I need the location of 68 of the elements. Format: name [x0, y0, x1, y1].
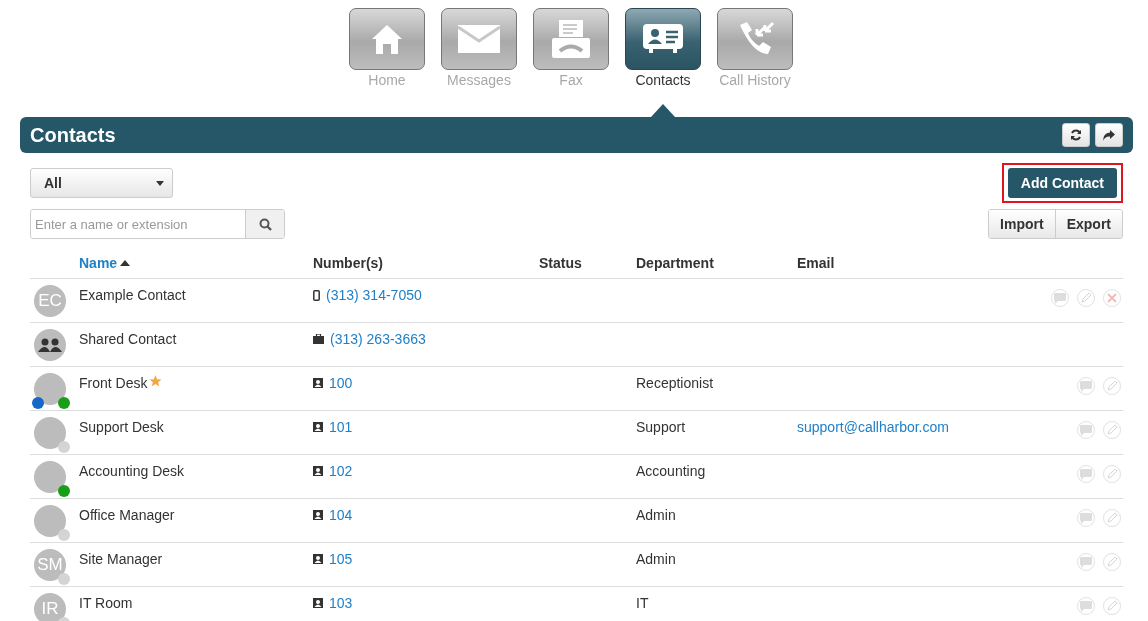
pencil-icon: [1106, 512, 1118, 524]
column-header[interactable]: Email: [797, 254, 835, 271]
search-icon[interactable]: [258, 217, 272, 231]
speech-bubble-icon: [1080, 600, 1092, 612]
speech-bubble-icon: [1080, 468, 1092, 480]
speech-bubble-icon: [1080, 556, 1092, 568]
phone-number-link[interactable]: 105: [329, 551, 353, 567]
phone-number-link[interactable]: 100: [329, 375, 353, 391]
department-text: Support: [636, 419, 686, 435]
mobile-phone-icon: [313, 289, 320, 301]
refresh-button[interactable]: [1062, 123, 1090, 147]
contact-card-icon: [313, 510, 323, 520]
people-icon: [38, 338, 62, 352]
filter-dropdown[interactable]: All: [30, 168, 173, 198]
import-button[interactable]: Import: [989, 210, 1055, 238]
pencil-icon: [1106, 600, 1118, 612]
avatar: EC: [34, 285, 66, 317]
speech-bubble-icon: [1054, 292, 1066, 304]
export-button[interactable]: Export: [1054, 210, 1122, 238]
share-button[interactable]: [1095, 123, 1123, 147]
contact-name[interactable]: Site Manager: [79, 551, 163, 567]
phone-number-link[interactable]: 101: [329, 419, 353, 435]
department-text: Admin: [636, 507, 676, 523]
pencil-icon: [1106, 556, 1118, 568]
envelope-icon: [458, 25, 500, 53]
speech-bubble-icon: [1080, 424, 1092, 436]
phone-number-link[interactable]: (313) 314-7050: [326, 287, 422, 303]
phone-number-link[interactable]: 103: [329, 595, 353, 611]
department-text: Accounting: [636, 463, 706, 479]
contact-name[interactable]: IT Room: [79, 595, 133, 611]
contact-name[interactable]: Example Contact: [79, 287, 186, 303]
column-header[interactable]: Number(s): [313, 254, 383, 271]
add-contact-button[interactable]: Add Contact: [1007, 168, 1117, 198]
search-field[interactable]: Enter a name or extension: [30, 209, 285, 239]
page-title: Contacts: [30, 123, 116, 147]
contact-card-icon: [313, 598, 323, 608]
contact-card-icon: [643, 24, 683, 54]
contact-name[interactable]: Support Desk: [79, 419, 164, 435]
speech-bubble-icon: [1080, 512, 1092, 524]
fax-icon: [551, 19, 591, 59]
close-icon: [1106, 292, 1118, 304]
home-icon: [370, 22, 404, 56]
department-text: Admin: [636, 551, 676, 567]
refresh-icon: [1070, 129, 1082, 141]
contact-name[interactable]: Accounting Desk: [79, 463, 185, 479]
contact-card-icon: [313, 554, 323, 564]
pencil-icon: [1106, 380, 1118, 392]
contact-card-icon: [313, 466, 323, 476]
department-text: IT: [636, 595, 649, 611]
contact-card-icon: [313, 422, 323, 432]
phone-number-link[interactable]: 104: [329, 507, 353, 523]
contact-name[interactable]: Shared Contact: [79, 331, 177, 347]
column-header[interactable]: Status: [539, 254, 582, 271]
contact-name[interactable]: Front Desk: [79, 375, 148, 391]
speech-bubble-icon: [1080, 380, 1092, 392]
column-header[interactable]: Department: [636, 254, 714, 271]
pencil-icon: [1106, 468, 1118, 480]
email-link[interactable]: support@callharbor.com: [797, 419, 949, 435]
briefcase-icon: [313, 334, 324, 344]
column-header[interactable]: Name: [79, 254, 131, 271]
phone-number-link[interactable]: 102: [329, 463, 353, 479]
department-text: Receptionist: [636, 375, 714, 391]
pencil-icon: [1106, 424, 1118, 436]
contact-card-icon: [313, 378, 323, 388]
phone-number-link[interactable]: (313) 263-3663: [330, 331, 426, 347]
share-icon: [1103, 129, 1115, 141]
pencil-icon: [1080, 292, 1092, 304]
contact-name[interactable]: Office Manager: [79, 507, 175, 523]
